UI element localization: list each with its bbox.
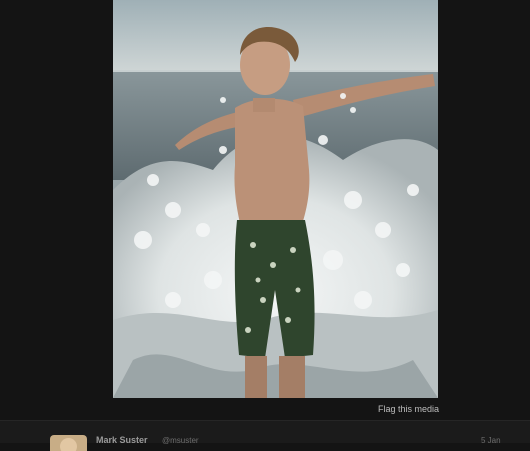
tweet-details-bar: Mark Suster @msuster 5 Jan — [0, 420, 530, 451]
media-lightbox: Flag this media — [0, 0, 530, 420]
media-photo[interactable] — [113, 0, 438, 398]
avatar[interactable] — [50, 435, 87, 451]
tweet-timestamp[interactable]: 5 Jan — [481, 436, 501, 445]
beach-photo-image — [113, 0, 438, 398]
avatar-face-icon — [60, 438, 77, 451]
author-handle[interactable]: @msuster — [162, 436, 199, 445]
author-name[interactable]: Mark Suster — [96, 435, 148, 445]
flag-media-link[interactable]: Flag this media — [378, 404, 439, 414]
